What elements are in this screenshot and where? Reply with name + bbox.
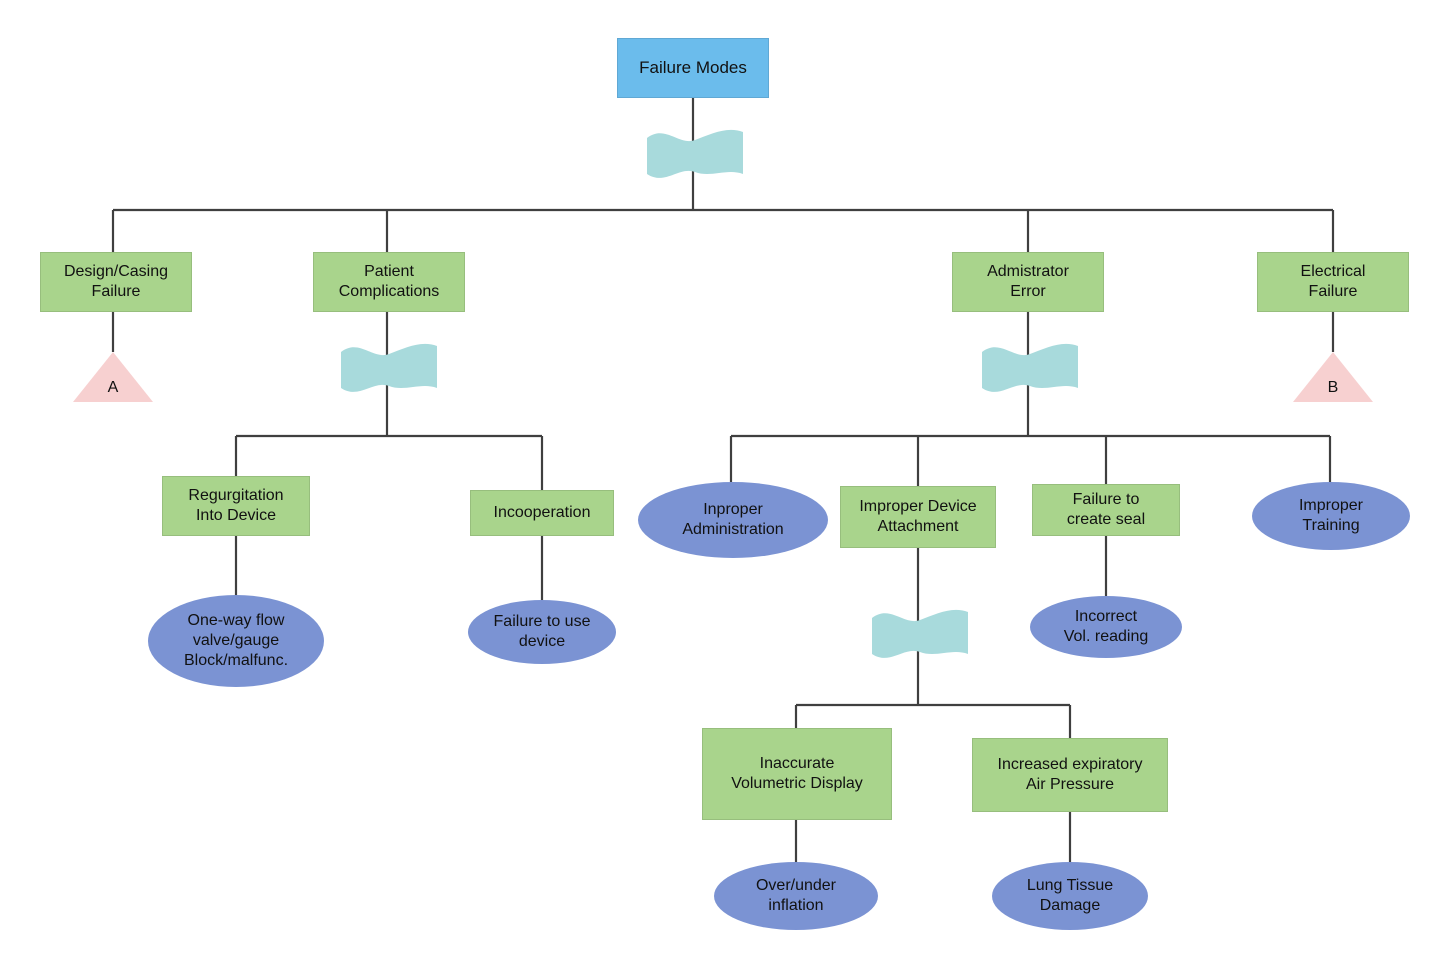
node-failure-to-use-device-label: Failure to use device [493, 613, 591, 650]
node-failure-modes-label: Failure Modes [639, 58, 747, 78]
node-admistrator-error-label: Admistrator Error [987, 263, 1069, 300]
node-design-casing-failure-label: Design/Casing Failure [63, 263, 169, 300]
node-lung-tissue-damage[interactable]: Lung Tissue Damage [992, 862, 1148, 930]
gate-banner-admistrator-error-icon [982, 343, 1078, 392]
gate-banner-improper-device-attachment-icon [872, 609, 968, 658]
gate-banner-top-icon [647, 129, 743, 178]
gate-banner-patient-complications-icon [341, 343, 437, 392]
node-inaccurate-volumetric-display-label: Inaccurate Volumetric Display [731, 755, 863, 792]
node-one-way-flow-valve[interactable]: One-way flow valve/gauge Block/malfunc. [148, 595, 324, 687]
node-admistrator-error[interactable]: Admistrator Error [952, 252, 1104, 312]
node-improper-training[interactable]: Improper Training [1252, 482, 1410, 550]
node-electrical-failure[interactable]: Electrical Failure [1257, 252, 1409, 312]
triangle-transfer-a-icon [73, 352, 153, 402]
node-incooperation[interactable]: Incooperation [470, 490, 614, 536]
node-transfer-a[interactable]: A [73, 352, 153, 402]
node-incooperation-label: Incooperation [493, 504, 591, 522]
node-over-under-inflation[interactable]: Over/under inflation [714, 862, 878, 930]
node-one-way-flow-valve-label: One-way flow valve/gauge Block/malfunc. [183, 612, 289, 669]
node-incorrect-vol-reading-label: Incorrect Vol. reading [1063, 608, 1149, 645]
node-inaccurate-volumetric-display[interactable]: Inaccurate Volumetric Display [702, 728, 892, 820]
node-lung-tissue-damage-label: Lung Tissue Damage [1026, 877, 1114, 914]
node-inproper-administration[interactable]: Inproper Administration [638, 482, 828, 558]
node-patient-complications-label: Patient Complications [338, 263, 440, 300]
node-failure-to-create-seal-label: Failure to create seal [1066, 491, 1146, 528]
node-increased-expiratory-air-pressure[interactable]: Increased expiratory Air Pressure [972, 738, 1168, 812]
node-regurgitation-into-device-label: Regurgitation Into Device [188, 487, 284, 524]
node-electrical-failure-label: Electrical Failure [1300, 263, 1366, 300]
node-design-casing-failure[interactable]: Design/Casing Failure [40, 252, 192, 312]
node-patient-complications[interactable]: Patient Complications [313, 252, 465, 312]
triangle-transfer-b-icon [1293, 352, 1373, 402]
node-improper-training-label: Improper Training [1298, 497, 1364, 534]
node-transfer-b[interactable]: B [1293, 352, 1373, 402]
node-failure-to-create-seal[interactable]: Failure to create seal [1032, 484, 1180, 536]
node-over-under-inflation-label: Over/under inflation [755, 877, 837, 914]
node-increased-expiratory-air-pressure-label: Increased expiratory Air Pressure [997, 756, 1143, 793]
node-inproper-administration-label: Inproper Administration [682, 501, 784, 538]
fault-tree-diagram: Failure Modes Design/Casing Failure Pati… [0, 0, 1448, 970]
node-improper-device-attachment[interactable]: Improper Device Attachment [840, 486, 996, 548]
node-incorrect-vol-reading[interactable]: Incorrect Vol. reading [1030, 596, 1182, 658]
node-improper-device-attachment-label: Improper Device Attachment [859, 498, 977, 535]
node-failure-modes[interactable]: Failure Modes [617, 38, 769, 98]
node-failure-to-use-device[interactable]: Failure to use device [468, 600, 616, 664]
node-regurgitation-into-device[interactable]: Regurgitation Into Device [162, 476, 310, 536]
